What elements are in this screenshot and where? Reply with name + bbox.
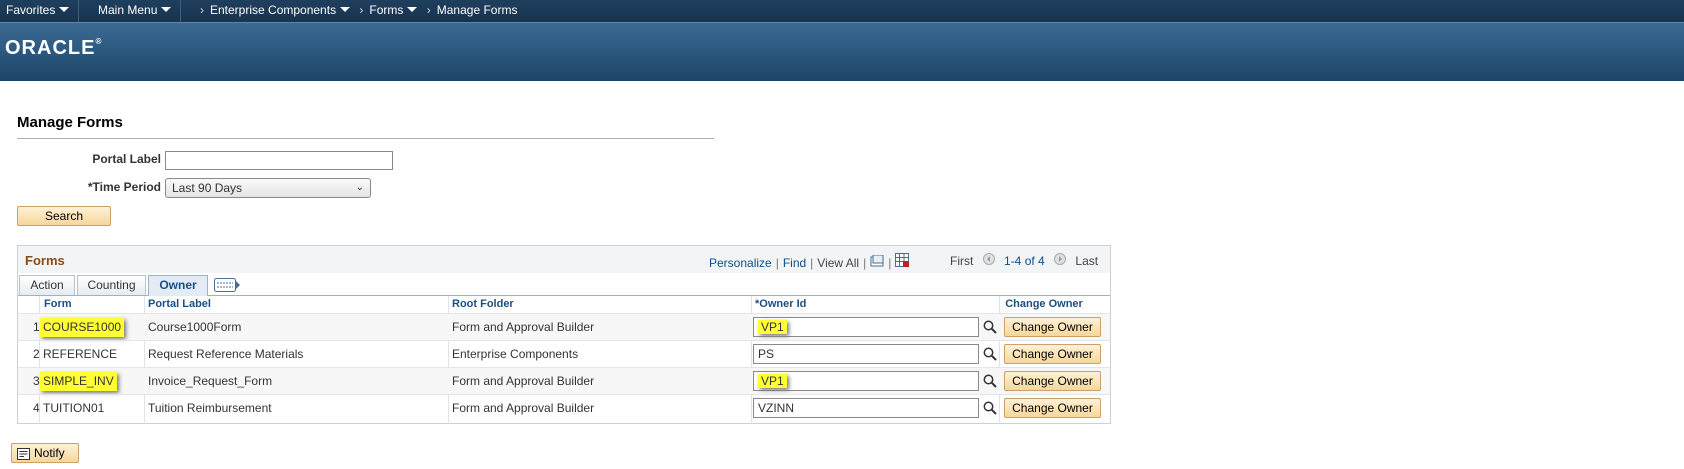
notify-label: Notify (34, 446, 65, 460)
owner-id-input[interactable]: VP1 (753, 371, 979, 391)
owner-id-value: VZINN (758, 401, 794, 415)
tab-owner[interactable]: Owner (148, 275, 208, 296)
page-range: 1-4 of 4 (1004, 254, 1045, 268)
breadcrumb-separator-icon: › (426, 3, 431, 17)
chevron-down-icon (161, 7, 172, 12)
find-link[interactable]: Find (783, 256, 806, 270)
owner-id-value: VP1 (758, 320, 787, 334)
first-link: First (950, 254, 974, 268)
oracle-logo: ORACLE® (5, 37, 103, 59)
owner-id-input[interactable]: VZINN (753, 398, 979, 418)
row-number: 2 (33, 347, 40, 361)
portal-label-label: Portal Label (92, 152, 161, 166)
column-header-owner-id[interactable]: *Owner Id (755, 296, 806, 313)
zoom-grid-icon[interactable] (870, 254, 884, 270)
row-number: 4 (33, 401, 40, 415)
table-row: 1 COURSE1000 Course1000Form Form and App… (18, 313, 1110, 341)
change-owner-button[interactable]: Change Owner (1004, 344, 1101, 364)
column-header-portal-label[interactable]: Portal Label (148, 296, 211, 313)
root-folder-cell: Enterprise Components (452, 347, 579, 361)
chevron-down-icon: ⌄ (355, 182, 364, 193)
divider (180, 0, 181, 22)
chevron-down-icon (59, 7, 70, 12)
form-cell: TUITION01 (43, 401, 105, 415)
owner-id-input[interactable]: VP1 (753, 317, 979, 337)
form-cell: REFERENCE (43, 347, 118, 361)
personalize-link[interactable]: Personalize (709, 256, 772, 270)
root-folder-cell: Form and Approval Builder (452, 374, 595, 388)
last-link: Last (1075, 254, 1099, 268)
breadcrumb: › Enterprise Components › Forms › Manage Fo… (200, 3, 517, 17)
favorites-label: Favorites (6, 3, 56, 17)
breadcrumb-item[interactable]: Enterprise Components (210, 3, 336, 17)
portal-label-cell: Request Reference Materials (148, 347, 304, 361)
portal-label-cell: Tuition Reimbursement (148, 401, 272, 415)
toolbar-separator: | (888, 256, 892, 270)
row-number: 3 (33, 374, 40, 388)
top-nav-bar: Favorites Main Menu › Enterprise Componen… (0, 0, 1684, 22)
search-button[interactable]: Search (17, 206, 111, 226)
toolbar-separator: | (775, 256, 779, 270)
column-header-change-owner: Change Owner (1005, 298, 1083, 310)
chevron-down-icon[interactable] (340, 7, 351, 12)
portal-label-cell: Invoice_Request_Form (148, 374, 273, 388)
favorites-menu[interactable]: Favorites (6, 3, 70, 17)
lookup-search-icon[interactable] (983, 347, 997, 361)
root-folder-cell: Form and Approval Builder (452, 401, 595, 415)
column-header-root-folder[interactable]: Root Folder (452, 296, 514, 313)
grid-toolbar: Personalize | Find | View All | | (709, 253, 910, 270)
tab-action[interactable]: Action (19, 275, 75, 295)
grid-title: Forms (25, 253, 65, 268)
table-row: 2 REFERENCE Request Reference Materials … (18, 340, 1110, 368)
download-excel-icon[interactable] (895, 253, 910, 270)
breadcrumb-separator-icon: › (200, 3, 204, 17)
breadcrumb-current: Manage Forms (436, 3, 518, 17)
oracle-banner: ORACLE® (0, 22, 1684, 81)
title-divider (17, 138, 714, 139)
owner-id-input[interactable]: PS (753, 344, 979, 364)
owner-id-value: PS (758, 347, 775, 361)
next-arrow-icon (1054, 253, 1067, 268)
main-menu-label: Main Menu (98, 3, 158, 17)
form-cell: SIMPLE_INV (40, 372, 117, 391)
row-number: 1 (33, 320, 40, 334)
change-owner-button[interactable]: Change Owner (1004, 398, 1101, 418)
main-menu[interactable]: Main Menu (98, 3, 172, 17)
grid-tabs: Action Counting Owner (18, 273, 1110, 296)
portal-label-input[interactable] (165, 151, 393, 170)
portal-label-cell: Course1000Form (148, 320, 242, 334)
change-owner-button[interactable]: Change Owner (1004, 371, 1101, 391)
grid-pager: First 1-4 of 4 Last (950, 253, 1098, 268)
time-period-value: Last 90 Days (172, 181, 243, 195)
owner-id-value: VP1 (758, 374, 787, 388)
tab-counting[interactable]: Counting (77, 275, 146, 295)
page-title: Manage Forms (17, 114, 123, 131)
notify-button[interactable]: Notify (11, 443, 79, 463)
table-row: 4 TUITION01 Tuition Reimbursement Form a… (18, 394, 1110, 422)
breadcrumb-item[interactable]: Forms (369, 3, 403, 17)
lookup-search-icon[interactable] (983, 401, 997, 415)
breadcrumb-separator-icon: › (359, 3, 364, 17)
grid-header: Forms Personalize | Find | View All | | First … (18, 246, 1110, 274)
table-row: 3 SIMPLE_INV Invoice_Request_Form Form a… (18, 367, 1110, 395)
form-cell: COURSE1000 (40, 318, 125, 337)
lookup-search-icon[interactable] (983, 374, 997, 388)
show-all-columns-icon[interactable] (214, 278, 240, 295)
lookup-search-icon[interactable] (983, 320, 997, 334)
column-header-form[interactable]: Form (44, 296, 72, 313)
chevron-down-icon[interactable] (407, 7, 418, 12)
time-period-label: *Time Period (87, 180, 161, 194)
forms-grid: Forms Personalize | Find | View All | | First … (17, 245, 1111, 424)
root-folder-cell: Form and Approval Builder (452, 320, 595, 334)
notify-icon (17, 447, 30, 465)
toolbar-separator: | (863, 256, 867, 270)
view-all-link[interactable]: View All (817, 256, 859, 270)
previous-arrow-icon (982, 253, 995, 268)
time-period-select[interactable]: Last 90 Days ⌄ (165, 178, 371, 198)
change-owner-button[interactable]: Change Owner (1004, 317, 1101, 337)
divider (78, 0, 79, 22)
toolbar-separator: | (810, 256, 814, 270)
